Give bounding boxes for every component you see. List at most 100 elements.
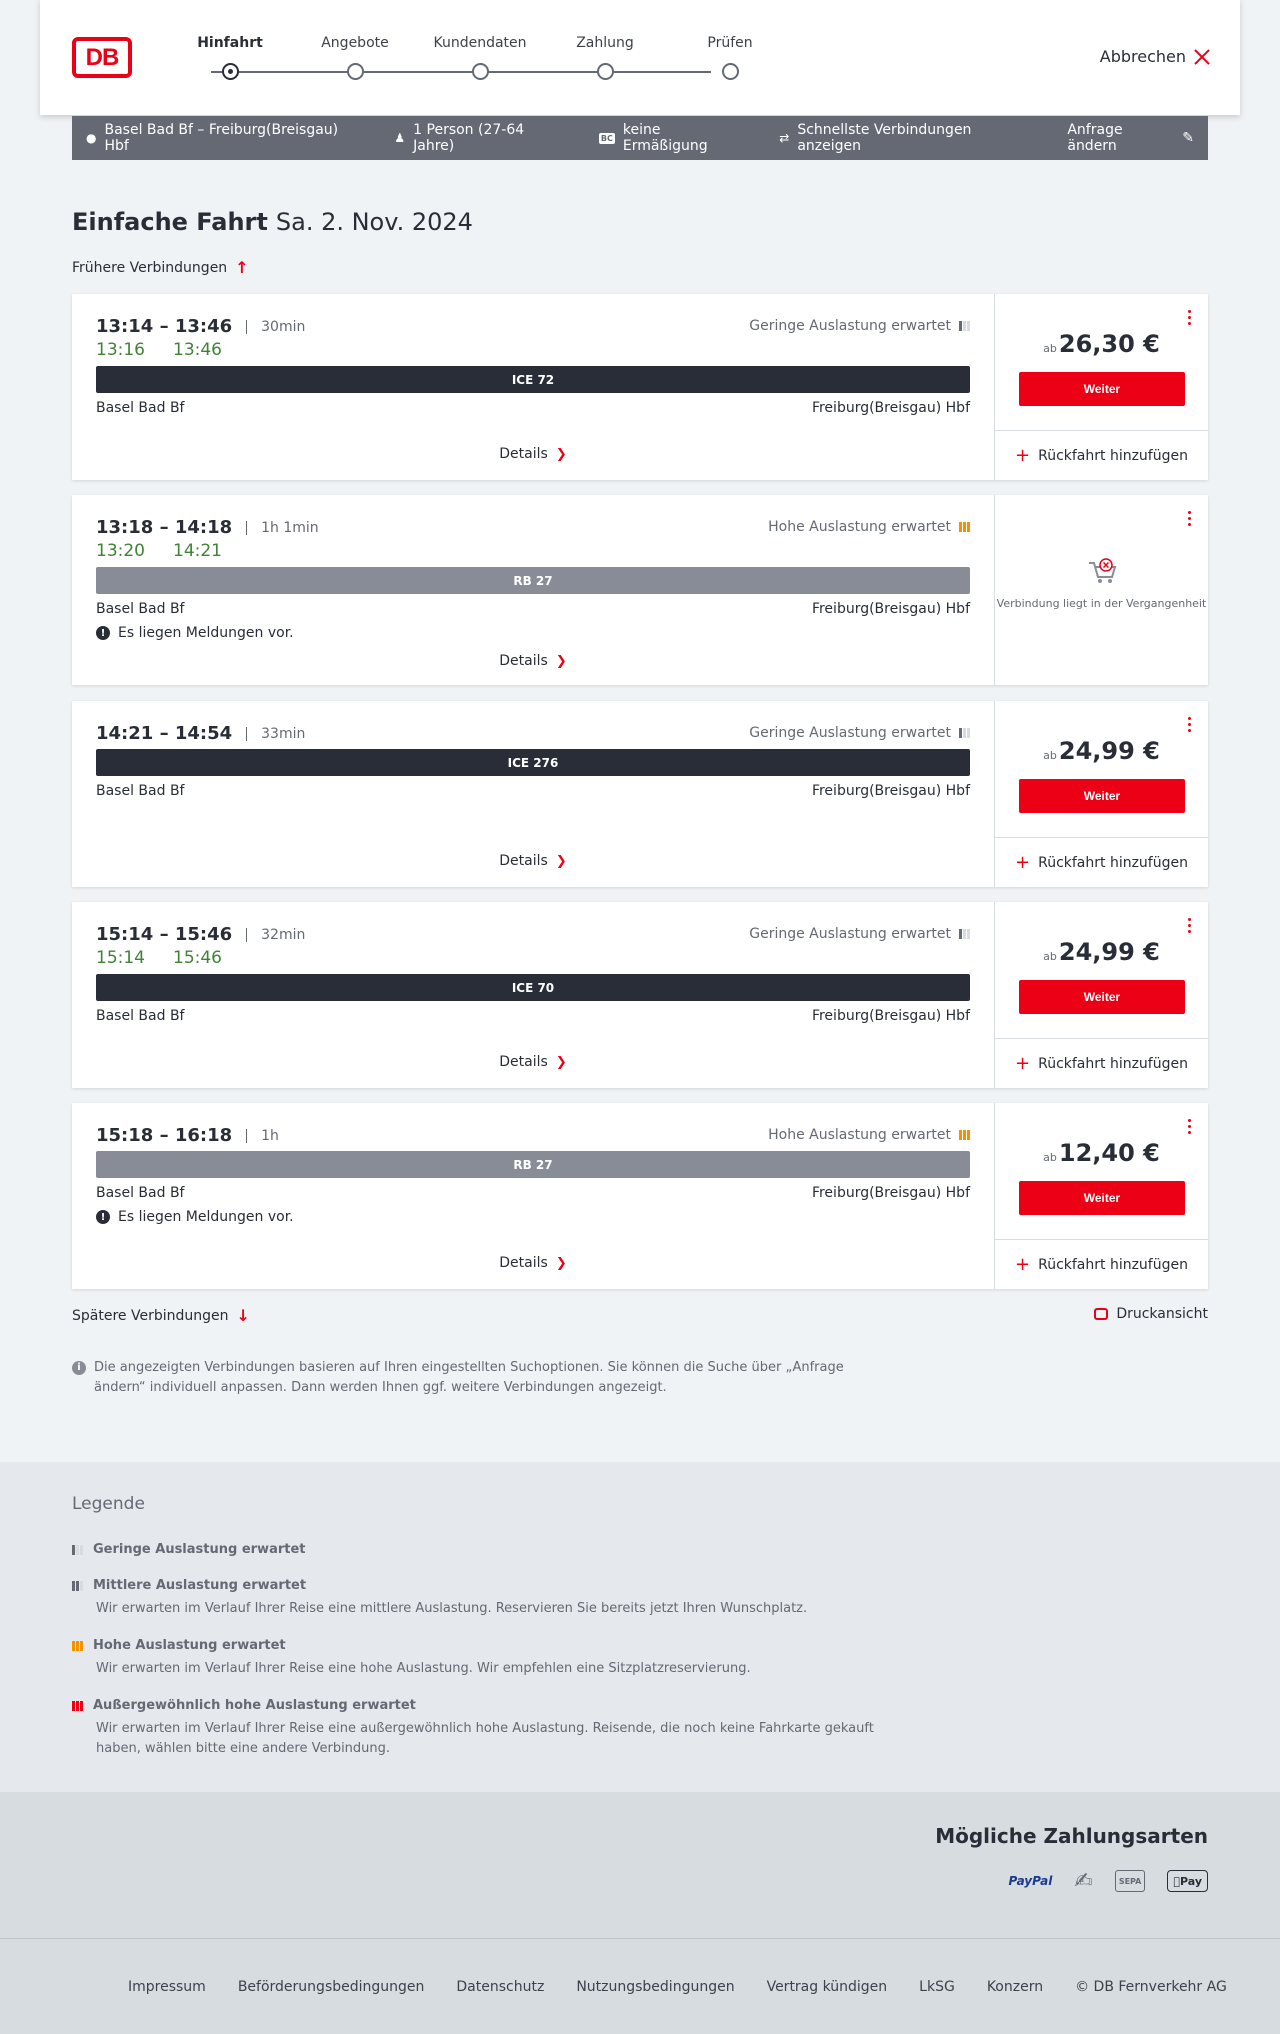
details-label: Details xyxy=(499,446,548,462)
page-title: Einfache Fahrt Sa. 2. Nov. 2024 xyxy=(72,208,473,236)
more-options-icon[interactable] xyxy=(1188,1119,1192,1134)
footer-links: Impressum Beförderungsbedingungen Datens… xyxy=(128,1979,1227,1995)
destination-station: Freiburg(Breisgau) Hbf xyxy=(811,783,970,799)
origin-station: Basel Bad Bf xyxy=(96,783,185,799)
print-view-link[interactable]: Druckansicht xyxy=(1094,1306,1208,1322)
chevron-down-icon: ❯ xyxy=(555,853,567,869)
origin-station: Basel Bad Bf xyxy=(96,601,185,617)
alert-icon: ! xyxy=(96,1210,110,1224)
cancel-label: Abbrechen xyxy=(1099,47,1186,66)
planned-times: 15:14 – 15:46 xyxy=(96,924,233,945)
footer-link-impressum[interactable]: Impressum xyxy=(128,1979,206,1995)
price-value: 12,40 € xyxy=(1058,1139,1160,1167)
add-return-button[interactable]: + Rückfahrt hinzufügen xyxy=(995,430,1208,480)
earlier-connections-link[interactable]: Frühere Verbindungen ↑ xyxy=(72,258,249,277)
step-label: Kundendaten xyxy=(433,35,527,51)
fastest-toggle[interactable]: ⇄ Schnellste Verbindungen anzeigen xyxy=(779,122,1035,154)
planned-times: 13:18 – 14:18 xyxy=(96,517,233,538)
train-bar[interactable]: ICE 70 xyxy=(96,974,970,1001)
continue-button[interactable]: Weiter xyxy=(1019,779,1185,813)
connection-details-area[interactable]: 13:14 – 13:46 30min 13:16 13:46 Geringe Au… xyxy=(72,294,994,480)
connection-card: 14:21 – 14:54 33min Geringe Auslastung er… xyxy=(72,701,1208,887)
details-toggle[interactable]: Details ❯ xyxy=(72,1054,994,1070)
duration: 30min xyxy=(246,319,305,334)
train-bar[interactable]: ICE 276 xyxy=(96,749,970,776)
details-label: Details xyxy=(499,1054,548,1070)
add-return-button[interactable]: + Rückfahrt hinzufügen xyxy=(995,1038,1208,1088)
connection-times: 15:18 – 16:18 1h xyxy=(96,1125,279,1146)
later-connections-link[interactable]: Spätere Verbindungen ↓ xyxy=(72,1306,250,1325)
details-toggle[interactable]: Details ❯ xyxy=(72,653,994,669)
add-return-label: Rückfahrt hinzufügen xyxy=(1038,854,1188,871)
high-occupancy-icon xyxy=(959,522,970,532)
connection-times: 15:14 – 15:46 32min xyxy=(96,924,305,945)
realtime-departure: 15:14 xyxy=(96,948,145,968)
realtime-arrival: 14:21 xyxy=(173,541,222,561)
chevron-down-icon: ❯ xyxy=(555,446,567,462)
connection-card: 13:18 – 14:18 1h 1min 13:20 14:21 Hohe Aus… xyxy=(72,495,1208,685)
footer-link-vertrag[interactable]: Vertrag kündigen xyxy=(767,1979,888,1995)
message-text: Es liegen Meldungen vor. xyxy=(118,625,294,641)
plus-icon: + xyxy=(1015,1052,1031,1074)
connection-details-area[interactable]: 15:18 – 16:18 1h Hohe Auslastung erwartet… xyxy=(72,1103,994,1289)
medium-occupancy-icon xyxy=(72,1580,83,1591)
db-logo[interactable]: DB xyxy=(72,37,132,78)
continue-button[interactable]: Weiter xyxy=(1019,372,1185,406)
destination-station: Freiburg(Breisgau) Hbf xyxy=(811,1008,970,1024)
add-return-label: Rückfahrt hinzufügen xyxy=(1038,447,1188,464)
footer-link-konzern[interactable]: Konzern xyxy=(987,1979,1043,1995)
continue-button[interactable]: Weiter xyxy=(1019,1181,1185,1215)
persons-text: 1 Person (27-64 Jahre) xyxy=(413,122,525,154)
more-options-icon[interactable] xyxy=(1188,717,1192,732)
price: ab24,99 € xyxy=(995,938,1208,966)
footer-link-lksg[interactable]: LkSG xyxy=(919,1979,955,1995)
add-return-button[interactable]: + Rückfahrt hinzufügen xyxy=(995,1239,1208,1289)
realtime-arrival: 13:46 xyxy=(173,340,222,360)
person-icon: ♟ xyxy=(394,131,406,145)
footer-link-datenschutz[interactable]: Datenschutz xyxy=(456,1979,544,1995)
past-connection-notice: Verbindung liegt in der Vergangenheit xyxy=(995,557,1208,612)
connection-details-area[interactable]: 15:14 – 15:46 32min 15:14 15:46 Geringe Au… xyxy=(72,902,994,1088)
add-return-button[interactable]: + Rückfahrt hinzufügen xyxy=(995,837,1208,887)
footer-link-nutzung[interactable]: Nutzungsbedingungen xyxy=(576,1979,734,1995)
legend-item-extreme: Außergewöhnlich hohe Auslastung erwartet… xyxy=(72,1698,876,1759)
trip-type: Einfache Fahrt xyxy=(72,208,268,236)
cancel-button[interactable]: Abbrechen xyxy=(1100,47,1210,66)
cart-unavailable-icon xyxy=(1088,558,1116,583)
price-value: 24,99 € xyxy=(1058,737,1160,765)
apple-pay-icon: Pay xyxy=(1167,1870,1208,1892)
change-request-button[interactable]: Anfrage ändern ✎ xyxy=(1067,122,1194,154)
more-options-icon[interactable] xyxy=(1188,310,1192,325)
occupancy-text: Geringe Auslastung erwartet xyxy=(749,318,951,334)
pencil-icon: ✎ xyxy=(1182,130,1195,146)
price-value: 24,99 € xyxy=(1058,938,1160,966)
close-icon xyxy=(1194,49,1210,65)
swap-arrows-icon: ⇄ xyxy=(779,131,790,145)
legend-item-medium: Mittlere Auslastung erwartet Wir erwarte… xyxy=(72,1578,876,1619)
chevron-down-icon: ❯ xyxy=(555,653,567,669)
train-bar[interactable]: RB 27 xyxy=(96,1151,970,1178)
connection-details-area[interactable]: 13:18 – 14:18 1h 1min 13:20 14:21 Hohe Aus… xyxy=(72,495,994,685)
more-options-icon[interactable] xyxy=(1188,511,1192,526)
connection-details-area[interactable]: 14:21 – 14:54 33min Geringe Auslastung er… xyxy=(72,701,994,887)
footer-link-befoerderung[interactable]: Beförderungsbedingungen xyxy=(238,1979,425,1995)
more-options-icon[interactable] xyxy=(1188,918,1192,933)
step-label: Angebote xyxy=(321,35,389,51)
details-toggle[interactable]: Details ❯ xyxy=(72,853,994,869)
step-pruefen: Prüfen xyxy=(670,35,790,80)
occupancy-text: Hohe Auslastung erwartet xyxy=(768,519,951,535)
connection-card: 15:14 – 15:46 32min 15:14 15:46 Geringe Au… xyxy=(72,902,1208,1088)
chevron-down-icon: ❯ xyxy=(555,1054,567,1070)
details-toggle[interactable]: Details ❯ xyxy=(72,446,994,462)
price-prefix: ab xyxy=(1043,342,1057,355)
continue-button[interactable]: Weiter xyxy=(1019,980,1185,1014)
price: ab26,30 € xyxy=(995,330,1208,358)
train-bar[interactable]: RB 27 xyxy=(96,567,970,594)
legend-section: Legende Geringe Auslastung erwartet Mitt… xyxy=(0,1462,1280,1792)
details-toggle[interactable]: Details ❯ xyxy=(72,1255,994,1271)
train-bar[interactable]: ICE 72 xyxy=(96,366,970,393)
step-label: Hinfahrt xyxy=(197,35,263,51)
paypal-icon: PayPal xyxy=(1008,1874,1053,1888)
discount-summary: BC keine Ermäßigung xyxy=(598,122,747,154)
realtime-times: 15:14 15:46 xyxy=(96,948,222,968)
